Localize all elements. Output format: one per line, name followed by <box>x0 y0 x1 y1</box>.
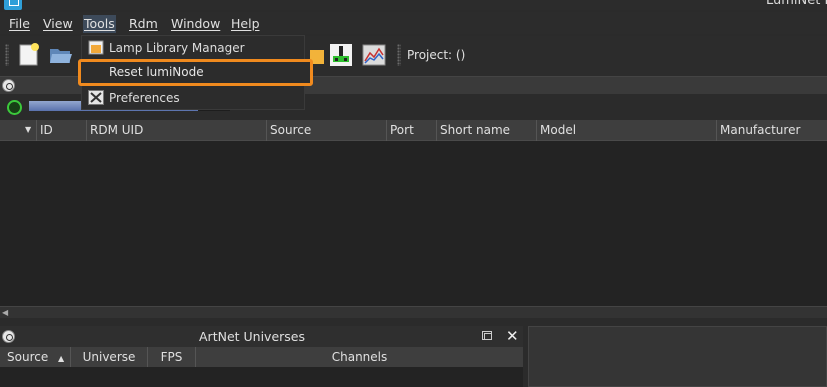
sort-arrow-icon[interactable]: ▼ <box>25 125 31 134</box>
menu-item-label: Preferences <box>109 91 180 105</box>
menu-rdm[interactable]: Rdm <box>128 15 159 33</box>
menu-item-label: Reset lumiNode <box>109 65 204 79</box>
horizontal-scrollbar[interactable]: ◀ <box>0 306 827 318</box>
window-title: LumiNet M <box>766 0 827 8</box>
wrench-screwdriver-icon <box>88 90 104 105</box>
column-header-short-name[interactable]: Short name <box>436 120 536 141</box>
panel-title-bar: ArtNet Universes ✕ <box>0 326 523 347</box>
column-header-rdm-uid[interactable]: RDM UID <box>86 120 266 141</box>
menu-help[interactable]: Help <box>230 15 261 33</box>
network-button[interactable] <box>328 42 354 68</box>
artnet-universes-panel: ArtNet Universes ✕ Source ▲ Universe FPS… <box>0 326 523 387</box>
connection-status-icon <box>7 100 22 115</box>
column-header-source[interactable]: Source ▲ <box>0 347 70 367</box>
folder-icon <box>88 40 104 55</box>
panel-toggle-icon[interactable] <box>2 330 15 343</box>
universes-table-body[interactable] <box>0 367 523 387</box>
column-header-manufacturer[interactable]: Manufacturer <box>716 120 827 141</box>
title-bar: LumiNet M <box>0 0 827 10</box>
column-header-fps[interactable]: FPS <box>147 347 195 367</box>
column-header-source[interactable]: Source <box>266 120 386 141</box>
chart-button[interactable] <box>361 42 387 68</box>
menu-window[interactable]: Window <box>170 15 221 33</box>
column-header-channels[interactable]: Channels <box>195 347 523 367</box>
column-header-id[interactable]: ID <box>36 120 86 141</box>
toolbar-grip[interactable] <box>5 44 9 66</box>
project-label: Project: () <box>407 48 466 62</box>
column-label: Source <box>7 350 49 364</box>
column-header-universe[interactable]: Universe <box>70 347 147 367</box>
universes-table-header: Source ▲ Universe FPS Channels <box>0 347 523 367</box>
scroll-left-icon[interactable]: ◀ <box>2 308 8 317</box>
float-panel-icon[interactable] <box>482 331 492 340</box>
collapse-toggle-icon[interactable] <box>2 79 15 92</box>
menu-item-reset-luminode[interactable]: Reset lumiNode <box>78 59 313 86</box>
menu-item-label: Lamp Library Manager <box>109 41 245 55</box>
close-icon[interactable]: ✕ <box>506 327 519 345</box>
menu-view[interactable]: View <box>42 15 74 33</box>
menu-item-preferences[interactable]: Preferences <box>82 86 304 110</box>
column-header-port[interactable]: Port <box>386 120 436 141</box>
menu-item-lamp-library-manager[interactable]: Lamp Library Manager <box>82 36 304 60</box>
column-header-model[interactable]: Model <box>536 120 716 141</box>
panel-title: ArtNet Universes <box>199 329 305 344</box>
right-dock-panel <box>528 326 827 387</box>
menu-bar: File View Tools Rdm Window Help <box>0 12 827 34</box>
toolbar-grip-2[interactable] <box>397 44 401 66</box>
menu-tools[interactable]: Tools <box>83 15 116 33</box>
device-table-body[interactable] <box>0 141 827 306</box>
open-folder-button[interactable] <box>48 42 74 68</box>
sort-ascending-icon: ▲ <box>58 354 65 363</box>
open-folder-icon <box>50 49 72 63</box>
device-table-header: ▼ ID RDM UID Source Port Short name Mode… <box>0 120 827 141</box>
menu-file[interactable]: File <box>8 15 31 33</box>
chart-icon <box>362 44 386 66</box>
app-icon <box>4 0 22 10</box>
new-file-icon <box>19 43 39 66</box>
network-icon <box>330 44 352 66</box>
new-file-button[interactable] <box>16 42 42 68</box>
